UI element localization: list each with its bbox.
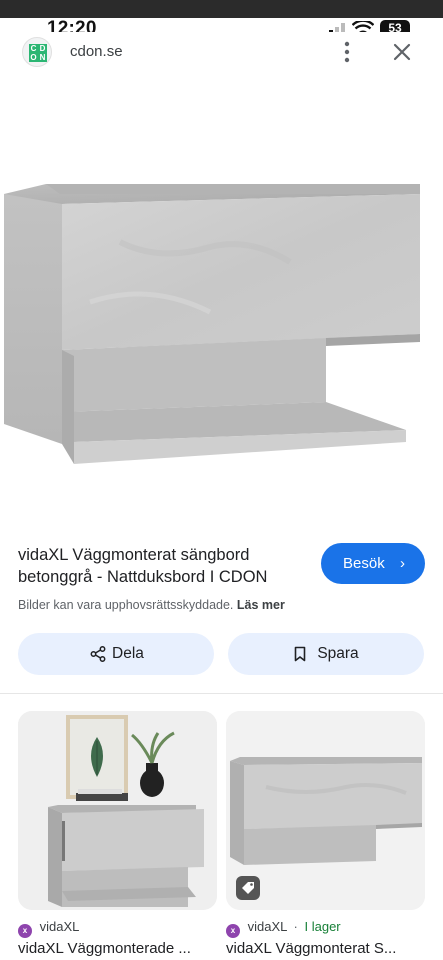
chevron-right-icon: › xyxy=(400,555,405,572)
separator-dot: · xyxy=(293,919,298,934)
vidaxl-logo-icon: x xyxy=(226,924,240,938)
stock-status: I lager xyxy=(304,919,341,934)
source-name: vidaXL xyxy=(247,919,287,934)
share-button[interactable]: Dela xyxy=(18,633,214,675)
related-title[interactable]: vidaXL Väggmonterade ... xyxy=(18,940,217,957)
favicon-letter: C xyxy=(29,44,38,53)
shopping-tag-icon[interactable] xyxy=(236,876,260,900)
related-image-card[interactable] xyxy=(226,711,425,910)
related-image-card[interactable] xyxy=(18,711,217,910)
nightstand-with-decor-thumbnail xyxy=(18,711,217,910)
result-title[interactable]: vidaXL Väggmonterat sängbord betonggrå -… xyxy=(18,544,308,588)
related-source: x vidaXL xyxy=(18,919,79,938)
bookmark-icon xyxy=(294,646,306,662)
product-image[interactable] xyxy=(0,72,443,532)
site-domain[interactable]: cdon.se xyxy=(70,43,123,60)
learn-more-link[interactable]: Läs mer xyxy=(237,598,285,612)
visit-button[interactable]: Besök › xyxy=(321,543,425,584)
close-icon[interactable] xyxy=(390,40,414,64)
share-icon xyxy=(90,646,106,662)
save-button[interactable]: Spara xyxy=(228,633,424,675)
favicon-letter: O xyxy=(29,53,38,62)
favicon-letter: D xyxy=(38,44,47,53)
favicon-letter: N xyxy=(38,53,47,62)
vidaxl-logo-icon: x xyxy=(18,924,32,938)
copyright-text: Bilder kan vara upphovsrättsskyddade. xyxy=(18,598,234,612)
copyright-notice: Bilder kan vara upphovsrättsskyddade. Lä… xyxy=(18,598,285,612)
more-vert-icon[interactable] xyxy=(338,40,356,64)
browser-url-bar: C D O N cdon.se xyxy=(0,32,443,72)
section-divider xyxy=(0,693,443,694)
visit-label: Besök xyxy=(343,555,385,572)
related-source: x vidaXL · I lager xyxy=(226,919,341,938)
site-favicon: C D O N xyxy=(22,37,52,67)
nightstand-illustration xyxy=(4,184,420,464)
related-title[interactable]: vidaXL Väggmonterat S... xyxy=(226,940,425,957)
source-name: vidaXL xyxy=(39,919,80,934)
